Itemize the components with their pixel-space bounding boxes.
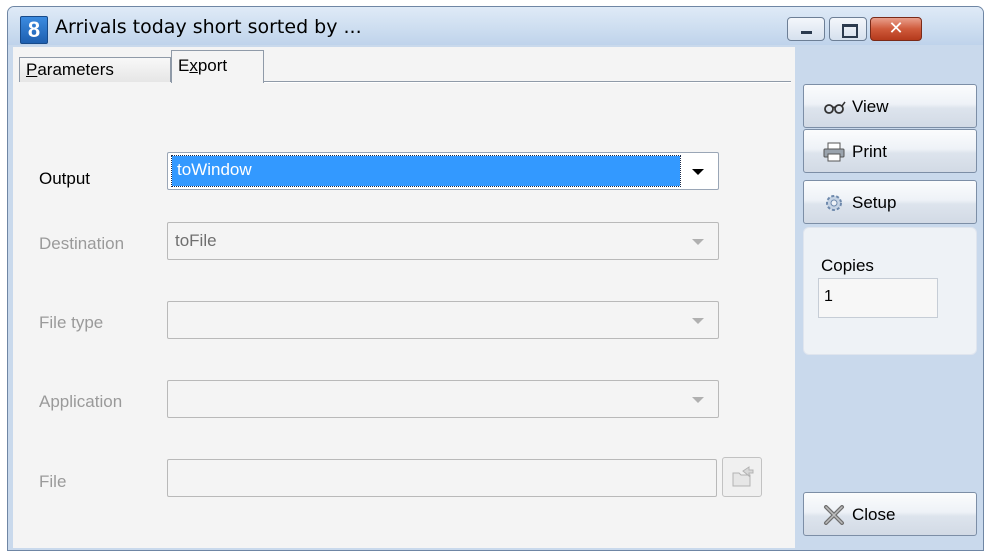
view-label: View (852, 97, 889, 116)
tab-export[interactable]: Export (171, 50, 264, 83)
close-icon: ✕ (888, 18, 904, 39)
destination-select[interactable]: toFile (167, 222, 719, 260)
maximize-icon (830, 18, 866, 40)
close-button[interactable]: Close (803, 492, 977, 536)
side-spacer (803, 356, 977, 494)
copies-input[interactable]: 1 (818, 278, 938, 318)
file-type-select[interactable] (167, 301, 719, 339)
maximize-button[interactable] (829, 17, 867, 41)
chevron-down-icon[interactable] (692, 318, 704, 324)
setup-button[interactable]: Setup (803, 180, 977, 224)
tab-parameters-accesskey: P (26, 60, 38, 79)
gear-icon (826, 195, 842, 211)
printer-icon (823, 142, 845, 162)
tab-export-label-b: port (197, 56, 228, 75)
glasses-icon (824, 101, 846, 114)
close-icon (824, 505, 844, 525)
output-label: Output (39, 169, 91, 188)
print-label: Print (852, 142, 887, 161)
application-label: Application (39, 392, 123, 411)
title-bar[interactable]: 8 Arrivals today short sorted by ... ✕ (8, 7, 983, 45)
minimize-icon (788, 18, 824, 40)
open-folder-icon (732, 466, 754, 487)
tab-parameters-label: arameters (37, 60, 114, 79)
copies-panel: Copies 1 (803, 227, 977, 355)
tab-export-label-a: E (178, 56, 190, 75)
minimize-button[interactable] (787, 17, 825, 41)
file-type-label: File type (39, 313, 104, 332)
tab-export-accesskey: x (189, 56, 198, 75)
copies-label: Copies (821, 256, 874, 275)
tab-divider-highlight (263, 82, 791, 83)
file-label: File (39, 472, 67, 491)
application-select[interactable] (167, 380, 719, 418)
print-button[interactable]: Print (803, 129, 977, 173)
chevron-down-icon[interactable] (692, 239, 704, 245)
output-select[interactable]: toWindow (167, 152, 719, 190)
browse-file-button[interactable] (722, 457, 762, 497)
destination-label: Destination (39, 234, 125, 253)
copies-value: 1 (824, 288, 833, 305)
tab-parameters[interactable]: Parameters (19, 57, 171, 82)
app-logo-icon: 8 (20, 16, 48, 44)
tab-strip: Parameters Export (13, 47, 795, 83)
chevron-down-icon[interactable] (692, 169, 704, 175)
close-label: Close (852, 505, 896, 524)
view-button[interactable]: View (803, 84, 977, 128)
export-panel: Parameters Export Output toWindow Destin… (13, 47, 795, 548)
destination-value: toFile (175, 231, 217, 250)
output-value: toWindow (177, 160, 252, 179)
report-window: 8 Arrivals today short sorted by ... ✕ P… (7, 6, 984, 551)
window-close-button[interactable]: ✕ (870, 17, 922, 41)
setup-label: Setup (852, 193, 897, 212)
chevron-down-icon[interactable] (692, 397, 704, 403)
file-path-input[interactable] (167, 459, 717, 497)
window-title: Arrivals today short sorted by ... (55, 16, 362, 38)
